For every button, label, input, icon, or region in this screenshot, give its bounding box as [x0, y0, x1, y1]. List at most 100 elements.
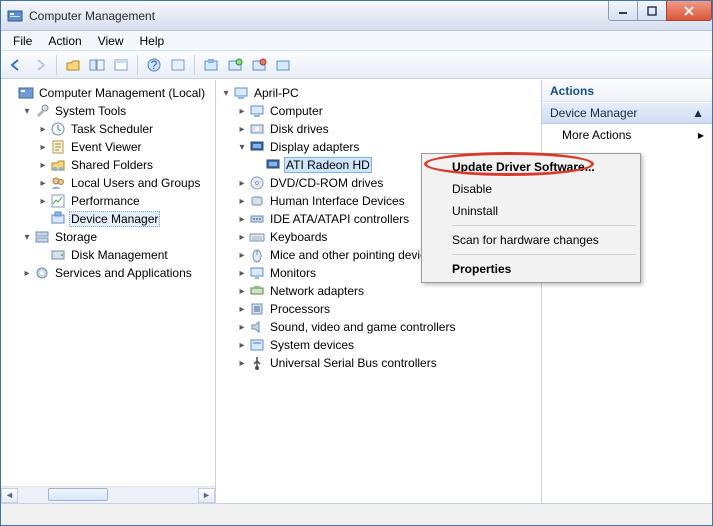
tree-node[interactable]: ▸Computer — [220, 102, 541, 120]
help-button[interactable]: ? — [143, 54, 165, 76]
scroll-track[interactable] — [18, 488, 198, 503]
storage-icon — [34, 229, 50, 245]
tree-node[interactable]: ▸ Shared Folders — [5, 156, 215, 174]
expander-icon[interactable]: ▸ — [37, 142, 49, 153]
statusbar — [1, 503, 712, 525]
expander-icon[interactable]: ▾ — [220, 88, 232, 99]
tree-node[interactable]: Computer Management (Local) — [5, 84, 215, 102]
hscrollbar[interactable]: ◄ ► — [1, 486, 215, 503]
context-menu-item[interactable]: Properties — [424, 258, 638, 280]
tree-node-label: Disk Management — [69, 248, 170, 262]
expander-icon[interactable]: ▸ — [236, 268, 248, 279]
expander-icon[interactable]: ▸ — [236, 106, 248, 117]
actions-section[interactable]: Device Manager ▲ — [542, 102, 712, 124]
svg-text:?: ? — [151, 58, 158, 72]
console-tree-pane: Computer Management (Local)▾System Tools… — [1, 80, 216, 503]
up-folder-button[interactable] — [62, 54, 84, 76]
menu-view[interactable]: View — [90, 32, 132, 50]
tree-node-label: Network adapters — [268, 284, 366, 298]
menu-action[interactable]: Action — [40, 32, 89, 50]
expander-icon[interactable]: ▸ — [37, 178, 49, 189]
back-button[interactable] — [5, 54, 27, 76]
maximize-button[interactable] — [637, 1, 667, 21]
scroll-left-button[interactable]: ◄ — [1, 488, 18, 503]
expander-icon[interactable]: ▸ — [236, 340, 248, 351]
devmgr-icon — [50, 211, 66, 227]
mouse-icon — [249, 247, 265, 263]
services-icon — [34, 265, 50, 281]
kb-icon — [249, 229, 265, 245]
actions-pane: Actions Device Manager ▲ More Actions ▸ — [542, 80, 712, 503]
actions-more-item[interactable]: More Actions ▸ — [542, 124, 712, 146]
ide-icon — [249, 211, 265, 227]
submenu-arrow-icon: ▸ — [698, 128, 704, 142]
tree-node-label: Shared Folders — [69, 158, 155, 172]
tree-node[interactable]: ▸ Network adapters — [220, 282, 541, 300]
expander-icon[interactable]: ▸ — [236, 286, 248, 297]
expander-icon[interactable]: ▸ — [236, 124, 248, 135]
tree-node[interactable]: ▾April-PC — [220, 84, 541, 102]
minimize-button[interactable] — [608, 1, 638, 21]
expander-icon[interactable]: ▸ — [236, 250, 248, 261]
tree-node[interactable]: ▸Event Viewer — [5, 138, 215, 156]
toolbar-icon[interactable] — [200, 54, 222, 76]
properties-button[interactable] — [110, 54, 132, 76]
toolbar-icon[interactable] — [167, 54, 189, 76]
expander-icon[interactable]: ▸ — [236, 358, 248, 369]
tree-node[interactable]: ▾System Tools — [5, 102, 215, 120]
expander-icon[interactable]: ▸ — [37, 160, 49, 171]
tree-node[interactable]: ▸Sound, video and game controllers — [220, 318, 541, 336]
console-tree[interactable]: Computer Management (Local)▾System Tools… — [1, 80, 215, 286]
tree-node-label: Display adapters — [268, 140, 361, 154]
sys-icon — [249, 337, 265, 353]
tree-node-label: Services and Applications — [53, 266, 194, 280]
expander-icon[interactable]: ▸ — [236, 196, 248, 207]
tree-node[interactable]: ▸Local Users and Groups — [5, 174, 215, 192]
tree-node[interactable]: ▸Disk drives — [220, 120, 541, 138]
tree-node[interactable]: ▾Storage — [5, 228, 215, 246]
tree-node[interactable]: Disk Management — [5, 246, 215, 264]
expander-icon[interactable]: ▸ — [236, 214, 248, 225]
context-menu-item[interactable]: Update Driver Software... — [424, 156, 638, 178]
show-hide-tree-button[interactable] — [86, 54, 108, 76]
expander-icon[interactable]: ▾ — [21, 232, 33, 243]
tree-node-label: Keyboards — [268, 230, 329, 244]
context-menu-item[interactable]: Disable — [424, 178, 638, 200]
expander-icon[interactable]: ▾ — [236, 142, 248, 153]
tree-node[interactable]: ▸System devices — [220, 336, 541, 354]
tree-node[interactable]: ▸Task Scheduler — [5, 120, 215, 138]
expander-icon[interactable]: ▸ — [236, 304, 248, 315]
context-menu-item[interactable]: Scan for hardware changes — [424, 229, 638, 251]
forward-button[interactable] — [29, 54, 51, 76]
tree-node-label: ATI Radeon HD — [284, 157, 372, 173]
expander-icon[interactable]: ▾ — [21, 106, 33, 117]
expander-icon[interactable]: ▸ — [236, 322, 248, 333]
expander-icon[interactable]: ▸ — [21, 268, 33, 279]
expander-icon[interactable]: ▸ — [236, 232, 248, 243]
expander-icon[interactable]: ▸ — [236, 178, 248, 189]
tree-node[interactable]: ▸Processors — [220, 300, 541, 318]
diskdrv-icon — [249, 121, 265, 137]
context-menu-item[interactable]: Uninstall — [424, 200, 638, 222]
tree-node-label: Device Manager — [69, 211, 160, 227]
menubar: File Action View Help — [1, 31, 712, 51]
menu-file[interactable]: File — [5, 32, 40, 50]
close-button[interactable] — [666, 1, 712, 21]
display-icon — [249, 139, 265, 155]
tree-node-label: Human Interface Devices — [268, 194, 407, 208]
toolbar-icon[interactable] — [272, 54, 294, 76]
uninstall-button[interactable] — [248, 54, 270, 76]
window-controls — [609, 1, 712, 30]
tree-node[interactable]: ▸Universal Serial Bus controllers — [220, 354, 541, 372]
tree-node[interactable]: ▸ Services and Applications — [5, 264, 215, 282]
tree-node[interactable]: ▸Performance — [5, 192, 215, 210]
scroll-thumb[interactable] — [48, 488, 108, 501]
expander-icon[interactable]: ▸ — [37, 124, 49, 135]
menu-help[interactable]: Help — [132, 32, 173, 50]
expander-icon[interactable]: ▸ — [37, 196, 49, 207]
tree-node[interactable]: Device Manager — [5, 210, 215, 228]
scroll-right-button[interactable]: ► — [198, 488, 215, 503]
net-icon — [249, 283, 265, 299]
scan-button[interactable] — [224, 54, 246, 76]
titlebar[interactable]: Computer Management — [1, 1, 712, 31]
